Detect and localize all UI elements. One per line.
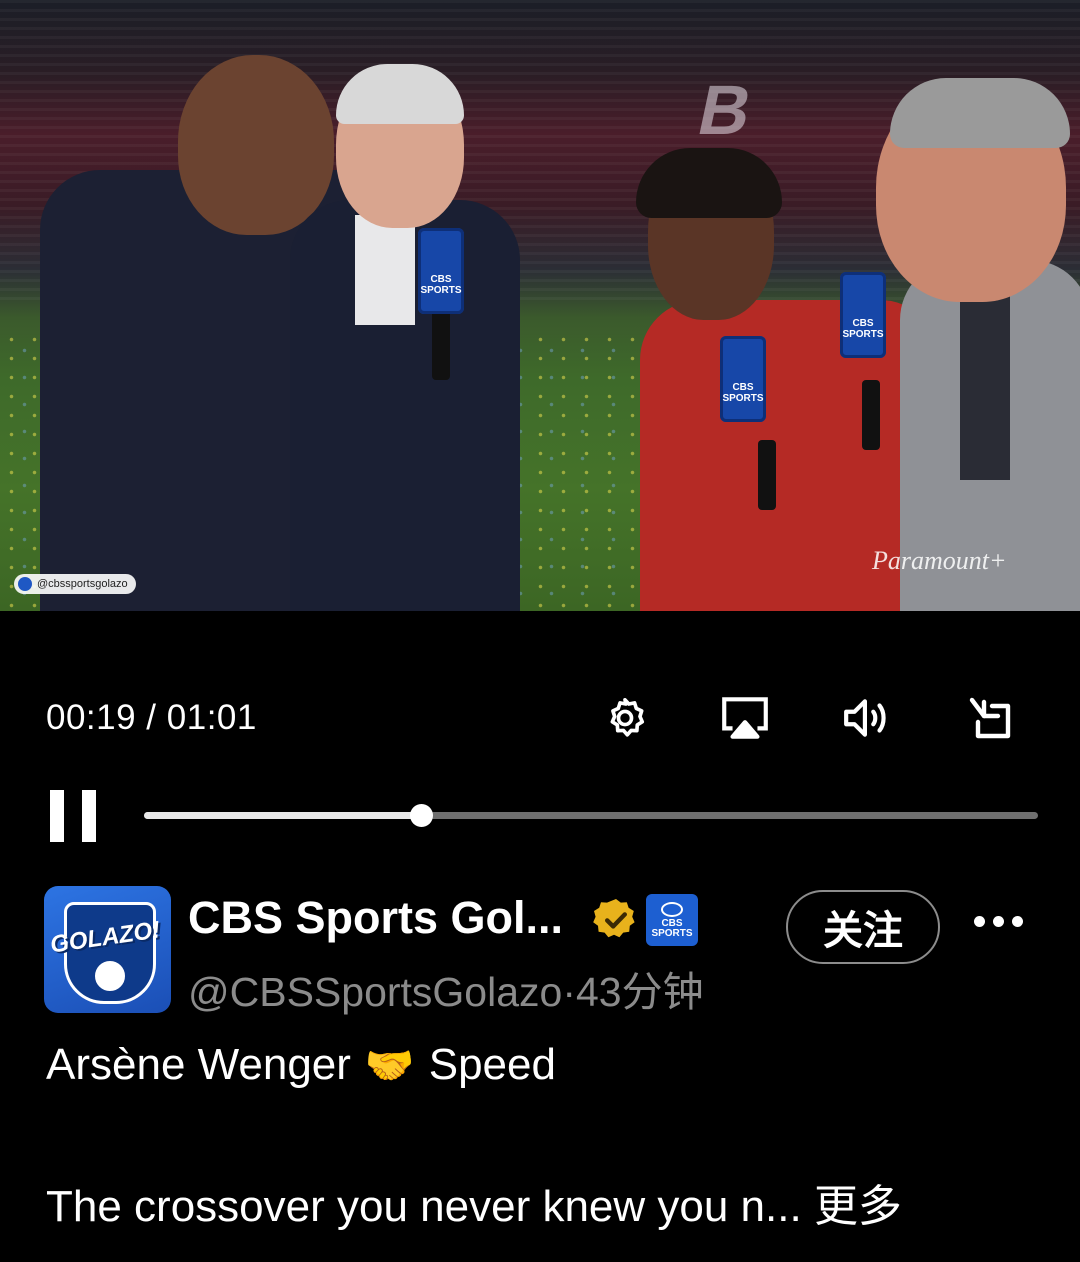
progress-bar[interactable] [144,804,1038,827]
avatar[interactable]: GOLAZO! [44,886,171,1013]
user-handle[interactable]: @CBSSportsGolazo [188,969,562,1015]
stadium-seat-lettering: B [691,71,799,149]
time-ago[interactable]: 43分钟 [576,969,704,1015]
cbs-logo-icon [18,577,32,591]
follow-button[interactable]: 关注 [786,890,940,964]
volume-button[interactable] [839,690,895,746]
pause-button[interactable] [50,790,96,842]
handshake-emoji: 🤝 [364,1043,415,1088]
verified-badge-icon [593,899,635,938]
minimize-button[interactable] [962,690,1018,746]
airplay-icon [722,697,768,739]
tweet-text-line2: The crossover you never knew you n... 更多 [46,1182,902,1231]
video-handle-watermark: @cbssportsgolazo [14,574,136,594]
affiliate-badge[interactable]: CBS SPORTS [646,894,698,946]
separator: · [562,969,576,1015]
cbs-eye-icon [661,901,683,917]
more-dots-icon [973,915,985,927]
display-name[interactable]: CBS Sports Gol... [188,892,563,944]
minimize-icon [969,697,1011,739]
airplay-button[interactable] [717,690,773,746]
settings-button[interactable] [597,690,653,746]
video-frame[interactable]: B CBS SPORTS CBS SPORTS CBS SPORTS @cbss… [0,0,1080,611]
soccer-ball-icon [92,958,128,994]
tweet-text-line1: Arsène Wenger 🤝 Speed [46,1040,556,1089]
more-options-button[interactable] [968,906,1028,936]
show-more-link[interactable]: 更多 [814,1182,902,1231]
paramount-watermark: Paramount+ [872,546,1007,575]
time-display: 00:19 / 01:01 [46,698,257,737]
gear-icon [610,697,645,737]
volume-icon [844,699,886,737]
progress-handle[interactable] [410,804,434,827]
pause-icon [50,790,64,842]
progress-fill [144,812,422,819]
handle-line: @CBSSportsGolazo·43分钟 [188,958,704,1018]
